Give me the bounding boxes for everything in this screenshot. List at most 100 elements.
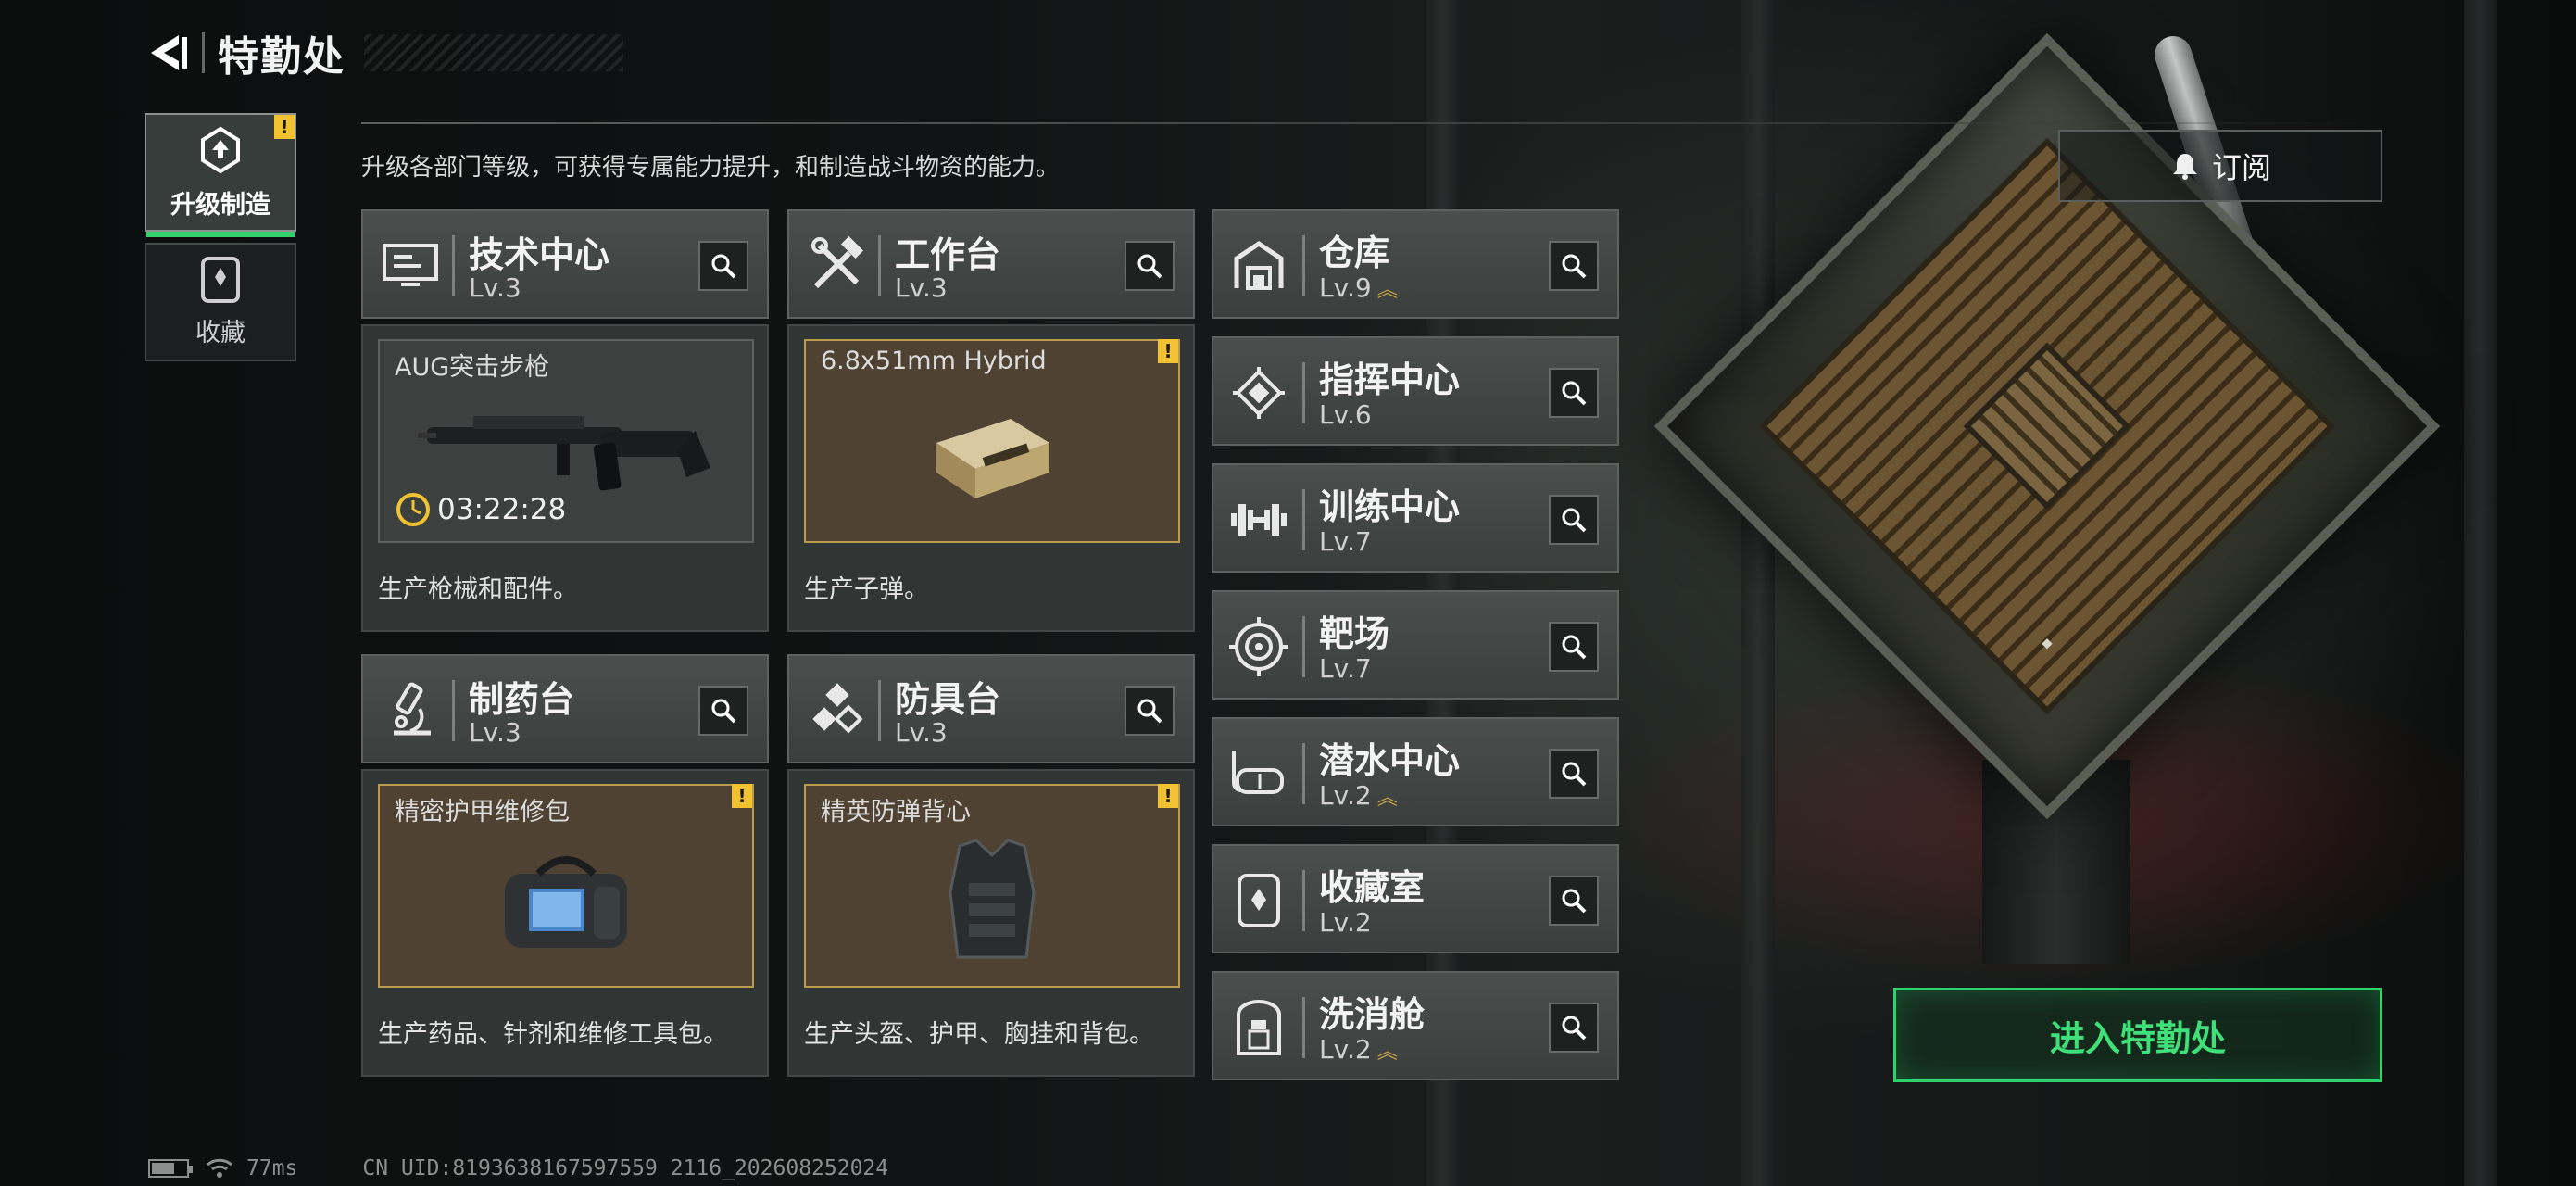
dept-warehouse[interactable]: 仓库 Lv.9 ︽ [1212, 209, 1619, 319]
dept-level: Lv.7 [1319, 526, 1372, 557]
search-icon [1137, 699, 1162, 724]
inspect-button[interactable] [1549, 1003, 1599, 1053]
inspect-button[interactable] [1125, 241, 1175, 291]
repair-kit-icon [505, 856, 627, 949]
alert-badge: ! [274, 115, 295, 139]
command-icon [1225, 359, 1293, 427]
dept-level: Lv.3 [895, 717, 948, 748]
craft-description: 生产枪械和配件。 [378, 575, 578, 604]
dept-name: 靶场 [1319, 613, 1390, 654]
inspect-button[interactable] [1549, 495, 1599, 545]
battery-icon [148, 1159, 193, 1178]
target-icon [1225, 612, 1293, 681]
search-icon [1562, 1016, 1587, 1041]
inspect-button[interactable] [1549, 876, 1599, 926]
ping-value: 77ms [246, 1156, 298, 1180]
inspect-button[interactable] [698, 241, 748, 291]
timer-icon [396, 493, 430, 526]
alert-badge: ! [1158, 339, 1178, 363]
dept-name: 技术中心 [469, 234, 610, 275]
upgrade-available-icon: ︽ [1376, 787, 1398, 810]
dept-level: Lv.2 [1319, 907, 1372, 938]
dept-diving-center[interactable]: 潜水中心 Lv.2 ︽ [1212, 717, 1619, 826]
craft-panel-pharmacy: 精密护甲维修包 ! 生产药品、针剂和维修工具包。 [361, 769, 769, 1077]
warehouse-icon [1225, 232, 1293, 300]
upgrade-available-icon: ︽ [1376, 1041, 1398, 1064]
monitor-icon [376, 232, 445, 300]
dept-training-center[interactable]: 训练中心 Lv.7 [1212, 463, 1619, 573]
title-decoration [364, 34, 623, 71]
diving-mask-icon [1225, 739, 1293, 808]
dept-name: 防具台 [895, 679, 1001, 720]
timer-value: 03:22:28 [437, 493, 567, 526]
tab-upgrade-craft[interactable]: 升级制造 ! [145, 113, 296, 237]
section-description: 升级各部门等级，可获得专属能力提升，和制造战斗物资的能力。 [361, 154, 1061, 182]
dept-collection-room[interactable]: 收藏室 Lv.2 [1212, 844, 1619, 953]
craft-description: 生产药品、针剂和维修工具包。 [378, 1020, 728, 1049]
dept-name: 收藏室 [1319, 867, 1426, 908]
dept-name: 潜水中心 [1319, 740, 1461, 781]
alert-badge: ! [1158, 784, 1178, 808]
search-icon [1562, 254, 1587, 279]
search-icon [1562, 381, 1587, 406]
dept-card-tech-center[interactable]: 技术中心 Lv.3 [361, 209, 769, 319]
craft-slot[interactable]: 精密护甲维修包 ! [378, 784, 754, 988]
tools-icon [802, 232, 871, 300]
status-footer: 77ms CN UID:8193638167597559 2116_202608… [148, 1156, 888, 1180]
upgrade-craft-icon [201, 126, 240, 173]
tab-label: 升级制造 [170, 190, 270, 220]
title-divider [202, 32, 205, 73]
tab-collection[interactable]: 收藏 [145, 243, 296, 361]
inspect-button[interactable] [1549, 241, 1599, 291]
back-button[interactable] [139, 25, 195, 81]
craft-slot[interactable]: 精英防弹背心 ! [804, 784, 1180, 988]
inspect-button[interactable] [1549, 622, 1599, 672]
product-name: 6.8x51mm Hybrid [821, 347, 1047, 375]
craft-description: 生产头盔、护甲、胸挂和背包。 [804, 1020, 1154, 1049]
armor-vest-icon [949, 839, 1036, 959]
header-rule [361, 122, 2381, 124]
tab-label: 收藏 [195, 318, 245, 347]
dept-level: Lv.2 ︽ [1319, 1034, 1398, 1065]
dept-command-center[interactable]: 指挥中心 Lv.6 [1212, 336, 1619, 446]
top-bar: 特勤处 [139, 20, 623, 85]
rifle-icon [418, 416, 710, 491]
dept-level: Lv.3 [469, 272, 521, 303]
dept-name: 工作台 [895, 234, 1001, 275]
dept-shooting-range[interactable]: 靶场 Lv.7 [1212, 590, 1619, 700]
inspect-button[interactable] [1125, 686, 1175, 736]
search-icon [1562, 762, 1587, 787]
inspect-button[interactable] [1549, 368, 1599, 418]
dept-card-armor-bench[interactable]: 防具台 Lv.3 [787, 654, 1195, 763]
search-icon [1562, 508, 1587, 533]
subscribe-button[interactable]: 订阅 [2058, 130, 2382, 202]
dept-decon-chamber[interactable]: 洗消舱 Lv.2 ︽ [1212, 971, 1619, 1080]
craft-panel-tech-center: AUG突击步枪 03:22:28 生产枪械和配件。 [361, 324, 769, 632]
search-icon [711, 699, 736, 724]
dept-name: 洗消舱 [1319, 994, 1426, 1035]
enter-hideout-button[interactable]: 进入特勤处 [1893, 988, 2382, 1082]
microscope-icon [376, 676, 445, 745]
product-name: AUG突击步枪 [395, 353, 550, 382]
search-icon [1562, 889, 1587, 914]
dept-level: Lv.7 [1319, 653, 1372, 684]
dept-name: 仓库 [1319, 233, 1390, 273]
dept-card-workbench[interactable]: 工作台 Lv.3 [787, 209, 1195, 319]
user-uid: CN UID:8193638167597559 2116_20260825202… [362, 1156, 889, 1180]
dept-card-pharmacy[interactable]: 制药台 Lv.3 [361, 654, 769, 763]
dept-level: Lv.3 [895, 272, 948, 303]
dept-name: 制药台 [469, 679, 575, 720]
craft-slot[interactable]: 6.8x51mm Hybrid ! [804, 339, 1180, 543]
dumbbell-icon [1225, 486, 1293, 554]
cubes-icon [802, 676, 871, 745]
decon-icon [1225, 993, 1293, 1062]
active-tab-indicator [146, 232, 295, 237]
dept-level: Lv.3 [469, 717, 521, 748]
inspect-button[interactable] [1549, 749, 1599, 799]
alert-badge: ! [732, 784, 752, 808]
craft-slot[interactable]: AUG突击步枪 03:22:28 [378, 339, 754, 543]
dept-level: Lv.2 ︽ [1319, 780, 1398, 811]
inspect-button[interactable] [698, 686, 748, 736]
search-icon [1137, 254, 1162, 279]
upgrade-available-icon: ︽ [1376, 279, 1398, 302]
